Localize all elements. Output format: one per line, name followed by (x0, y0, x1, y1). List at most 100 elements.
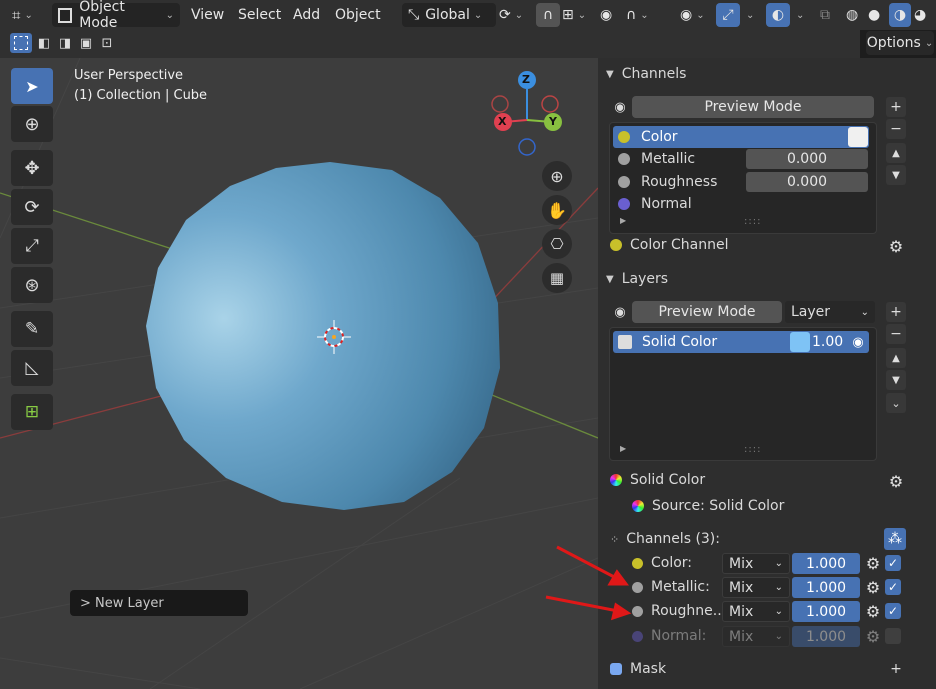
channel-item-normal[interactable]: Normal (618, 193, 692, 215)
color-blend-dropdown[interactable]: Mix ⌄ (722, 553, 790, 574)
pan-button[interactable]: ✋ (542, 195, 572, 225)
tool-transform[interactable]: ⊛ (11, 267, 53, 303)
tool-add-cube[interactable]: ⊞ (11, 394, 53, 430)
channel-remove-button[interactable]: − (886, 119, 906, 139)
normal-factor-field[interactable]: 1.000 (792, 626, 860, 647)
3d-viewport[interactable]: Z X Y User Perspective (1) Collection | … (0, 58, 598, 689)
roughness-blend-dropdown[interactable]: Mix ⌄ (722, 601, 790, 622)
roughness-factor-field[interactable]: 1.000 (792, 601, 860, 622)
list-expand-icon[interactable]: ▶ (620, 216, 626, 225)
layers-preview-eye[interactable]: ◉ (609, 301, 631, 323)
metallic-blend-dropdown[interactable]: Mix ⌄ (722, 577, 790, 598)
editor-type-button[interactable]: ⌗ ⌄ (12, 3, 33, 27)
select-invert-button[interactable]: ▣ (76, 33, 96, 53)
channel-move-down-button[interactable]: ▼ (886, 165, 906, 185)
overlays-toggle[interactable]: ◐ (766, 3, 790, 27)
layer-opacity-value[interactable]: 1.00 (812, 331, 843, 353)
channels-section-header[interactable]: ▼ Channels (606, 64, 686, 84)
normal-blend-dropdown[interactable]: Mix ⌄ (722, 626, 790, 647)
channel-item-metallic[interactable]: Metallic (618, 148, 695, 170)
channel-settings-button[interactable]: ⚙ (885, 235, 907, 257)
gizmo-toggle[interactable]: ⤢ (716, 3, 740, 27)
zoom-button[interactable]: ⊕ (542, 161, 572, 191)
channels-preview-eye[interactable]: ◉ (609, 96, 631, 118)
list-resize-grip-icon[interactable]: :::: (744, 444, 761, 455)
overlays-dropdown[interactable]: ⌄ (792, 3, 804, 27)
layer-remove-button[interactable]: − (886, 324, 906, 344)
layers-section-header[interactable]: ▼ Layers (606, 269, 668, 289)
metallic-factor-field[interactable]: 1.000 (792, 577, 860, 598)
xray-toggle[interactable]: ⧉ (820, 3, 830, 27)
normal-channel-gear-button[interactable]: ⚙ (862, 625, 884, 647)
channel-item-roughness[interactable]: Roughness (618, 171, 717, 193)
metallic-channel-gear-button[interactable]: ⚙ (862, 576, 884, 598)
tool-annotate[interactable]: ✎ (11, 311, 53, 347)
layer-menu-button[interactable]: ⌄ (886, 393, 906, 413)
channel-link-toggle[interactable]: ⁂ (884, 528, 906, 550)
channel-metallic-value[interactable]: 0.000 (746, 149, 868, 169)
snap-toggle[interactable]: ∩ (536, 3, 560, 27)
shading-wireframe[interactable]: ◍ (846, 3, 858, 27)
menu-add[interactable]: Add (293, 3, 320, 27)
roughness-channel-checkbox[interactable]: ✓ (885, 603, 901, 619)
list-expand-icon[interactable]: ▶ (620, 444, 626, 453)
select-new-icon (14, 36, 28, 50)
tool-rotate[interactable]: ⟳ (11, 189, 53, 225)
menu-object[interactable]: Object (335, 3, 381, 27)
select-subtract-button[interactable]: ◨ (55, 33, 75, 53)
gizmo-dropdown[interactable]: ⌄ (742, 3, 754, 27)
mask-add-button[interactable]: + (886, 659, 906, 679)
color-channel-checkbox[interactable]: ✓ (885, 555, 901, 571)
snap-target-button[interactable]: ⊞ ⌄ (562, 3, 586, 27)
options-dropdown[interactable]: Options ⌄ (866, 31, 934, 55)
select-new-button[interactable] (10, 33, 32, 53)
tool-cursor[interactable]: ⊕ (11, 106, 53, 142)
normal-channel-checkbox[interactable] (885, 628, 901, 644)
select-extend-icon: ◧ (37, 35, 51, 51)
tool-move[interactable]: ✥ (11, 150, 53, 186)
roughness-channel-gear-button[interactable]: ⚙ (862, 600, 884, 622)
camera-view-button[interactable]: ⎔ (542, 229, 572, 259)
channel-color-swatch[interactable] (848, 127, 868, 147)
visibility-button[interactable]: ◉ ⌄ (680, 3, 705, 27)
color-factor-field[interactable]: 1.000 (792, 553, 860, 574)
shading-rendered[interactable]: ◕ (914, 3, 926, 27)
channel-add-button[interactable]: + (886, 97, 906, 117)
layer-settings-button[interactable]: ⚙ (885, 470, 907, 492)
select-extend-button[interactable]: ◧ (34, 33, 54, 53)
layer-color-swatch[interactable] (790, 332, 810, 352)
sphere-object[interactable] (146, 162, 500, 510)
select-intersect-button[interactable]: ⊡ (97, 33, 117, 53)
mode-dropdown[interactable]: Object Mode ⌄ (52, 0, 180, 31)
layer-type-dropdown[interactable]: Layer ⌄ (785, 301, 875, 323)
menu-select[interactable]: Select (238, 3, 281, 27)
color-channel-gear-button[interactable]: ⚙ (862, 552, 884, 574)
pivot-point-button[interactable]: ⟳ ⌄ (499, 3, 523, 27)
layer-visibility-toggle[interactable]: ◉ (847, 331, 869, 353)
shading-solid[interactable]: ● (868, 3, 880, 27)
proportional-edit-toggle[interactable]: ◉ (600, 3, 612, 27)
ortho-toggle-button[interactable]: ▦ (542, 263, 572, 293)
channel-roughness-value[interactable]: 0.000 (746, 172, 868, 192)
chevron-down-icon: ⌄ (640, 9, 649, 21)
tool-select-box[interactable]: ➤ (11, 68, 53, 104)
transform-orientation-dropdown[interactable]: ⤡ Global ⌄ (402, 3, 496, 27)
falloff-button[interactable]: ∩ ⌄ (626, 3, 649, 27)
tool-measure[interactable]: ◺ (11, 350, 53, 386)
channels-preview-mode-button[interactable]: Preview Mode (632, 96, 874, 118)
layer-move-up-button[interactable]: ▲ (886, 348, 906, 368)
channel-item-color[interactable]: Color (618, 126, 678, 148)
mask-row[interactable]: Mask (610, 658, 666, 680)
tool-scale[interactable]: ⤢ (11, 228, 53, 264)
layers-preview-mode-button[interactable]: Preview Mode (632, 301, 782, 323)
metallic-channel-checkbox[interactable]: ✓ (885, 579, 901, 595)
layer-channel-label: Normal: (651, 628, 707, 644)
menu-view[interactable]: View (191, 3, 224, 27)
layer-move-down-button[interactable]: ▼ (886, 370, 906, 390)
shading-material[interactable]: ◑ (889, 3, 911, 27)
redo-last-panel[interactable]: > New Layer (70, 590, 248, 616)
layer-add-button[interactable]: + (886, 302, 906, 322)
layer-item-solid-color[interactable]: Solid Color (618, 331, 717, 353)
list-resize-grip-icon[interactable]: :::: (744, 216, 761, 227)
channel-move-up-button[interactable]: ▲ (886, 143, 906, 163)
